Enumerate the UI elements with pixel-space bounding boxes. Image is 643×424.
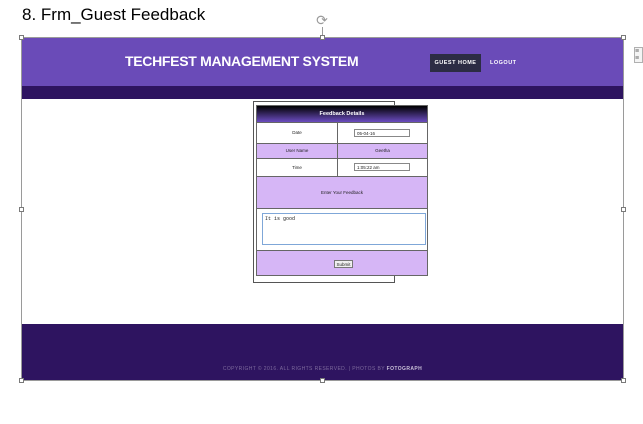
resize-handle-top-right[interactable] <box>621 35 626 40</box>
resize-handle-top-left[interactable] <box>19 35 24 40</box>
selection-frame <box>21 37 624 381</box>
resize-handle-top[interactable] <box>320 35 325 40</box>
resize-handle-left[interactable] <box>19 207 24 212</box>
rotate-handle-icon[interactable]: ⟳ <box>315 13 329 27</box>
resize-handle-right[interactable] <box>621 207 626 212</box>
resize-handle-bottom[interactable] <box>320 378 325 383</box>
resize-handle-bottom-right[interactable] <box>621 378 626 383</box>
document-caption: 8. Frm_Guest Feedback <box>22 5 206 24</box>
resize-handle-bottom-left[interactable] <box>19 378 24 383</box>
layout-options-icon[interactable]: ≡ ≡ <box>634 47 643 63</box>
